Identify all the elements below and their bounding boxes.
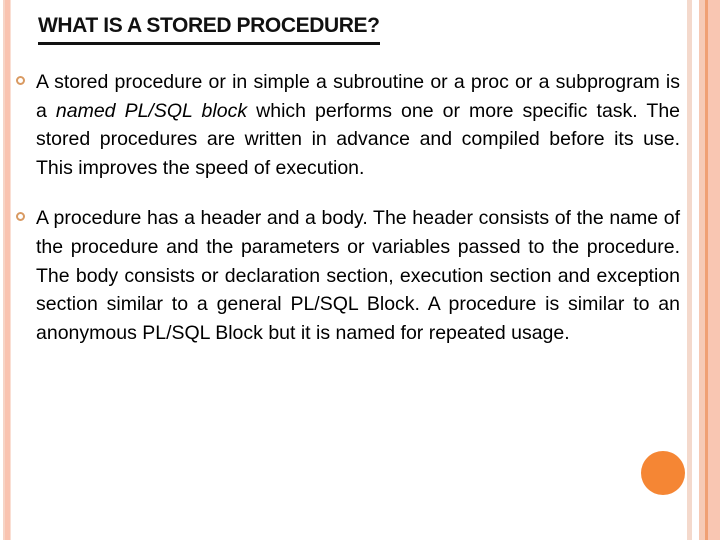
slide-title: WHAT IS A STORED PROCEDURE?	[38, 13, 658, 45]
bullet-item-2: A procedure has a header and a body. The…	[0, 204, 700, 347]
bullet-1-segment-italic: named PL/SQL block	[55, 99, 248, 122]
hollow-ring-bullet-icon	[16, 76, 25, 85]
slide-body: A stored procedure or in simple a subrou…	[0, 68, 700, 369]
bullet-item-1-text: A stored procedure or in simple a subrou…	[36, 68, 680, 182]
accent-circle-decoration	[641, 451, 685, 495]
slide-canvas: WHAT IS A STORED PROCEDURE? A stored pro…	[0, 0, 720, 540]
decorative-stripe-right-4	[708, 0, 720, 540]
bullet-item-2-text: A procedure has a header and a body. The…	[36, 204, 680, 347]
bullet-2-segment-plain: A procedure has a header and a body. The…	[36, 207, 680, 344]
hollow-ring-bullet-icon	[16, 212, 25, 222]
slide-title-text: WHAT IS A STORED PROCEDURE?	[38, 13, 380, 45]
bullet-item-1: A stored procedure or in simple a subrou…	[0, 68, 700, 182]
